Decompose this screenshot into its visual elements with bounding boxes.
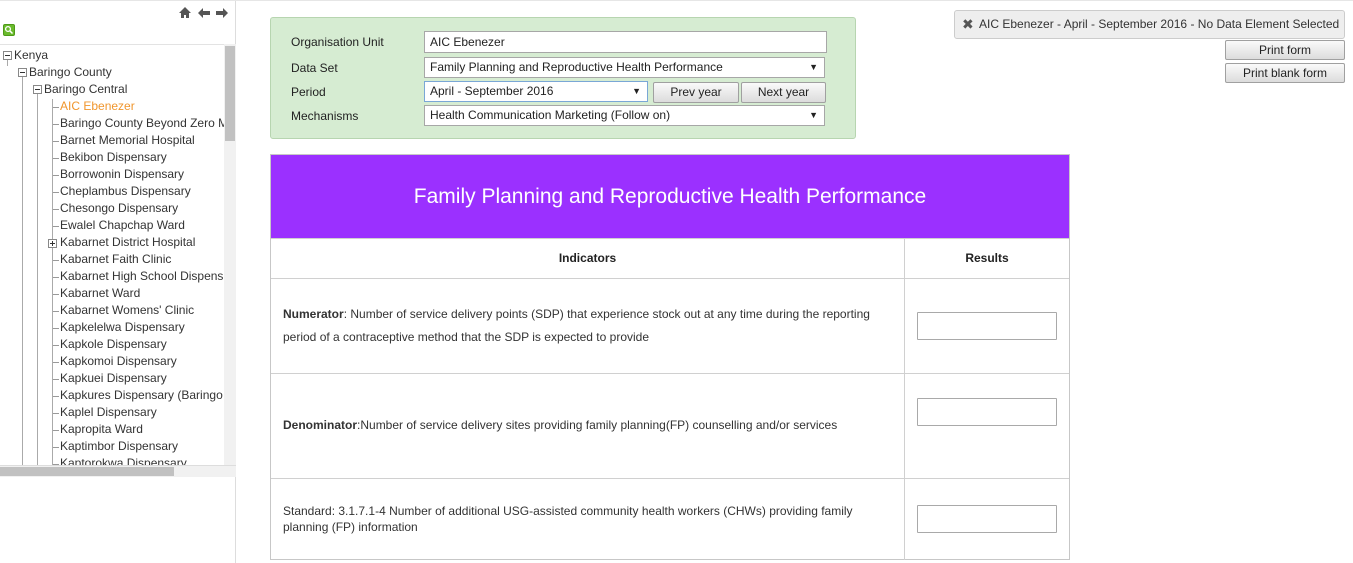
close-icon[interactable]: ✖ — [962, 11, 974, 38]
column-separator — [904, 238, 905, 560]
indicator-denominator-text: Denominator:Number of service delivery s… — [283, 418, 838, 432]
mechanisms-select[interactable]: Health Communication Marketing (Follow o… — [424, 105, 825, 126]
expand-icon[interactable] — [48, 239, 57, 248]
tree-item[interactable]: Kabarnet Womens' Clinic — [60, 302, 194, 319]
results-column-header: Results — [965, 251, 1009, 265]
tree-item[interactable]: Kapkomoi Dispensary — [60, 353, 177, 370]
tree-item[interactable]: Kapropita Ward — [60, 421, 143, 438]
indicator-standard-text: Standard: 3.1.7.1-4 Number of additional… — [283, 504, 853, 534]
tree-guide-line — [22, 73, 23, 465]
tree-item[interactable]: Kapkole Dispensary — [60, 336, 167, 353]
org-unit-label: Organisation Unit — [291, 35, 384, 49]
data-set-label: Data Set — [291, 61, 338, 75]
current-selection-text: AIC Ebenezer - April - September 2016 - … — [979, 17, 1340, 31]
tree-item[interactable]: Borrowonin Dispensary — [60, 166, 184, 183]
tree-item[interactable]: Kaptorokwa Dispensary — [60, 455, 187, 465]
home-icon[interactable] — [178, 6, 194, 22]
tree-item[interactable]: Kabarnet District Hospital — [60, 234, 195, 251]
denominator-result-input[interactable] — [917, 398, 1057, 426]
indicator-numerator-text: Numerator: Number of service delivery po… — [283, 307, 870, 344]
print-form-button[interactable]: Print form — [1225, 40, 1345, 60]
arrow-right-icon[interactable] — [215, 6, 231, 22]
row-divider — [271, 478, 1069, 479]
tree-item[interactable]: Kaptimbor Dispensary — [60, 438, 178, 455]
next-year-button[interactable]: Next year — [741, 82, 826, 103]
org-unit-field[interactable]: AIC Ebenezer — [424, 31, 827, 53]
selection-criteria-box: Organisation Unit AIC Ebenezer Data Set … — [270, 17, 856, 139]
mechanisms-label: Mechanisms — [291, 109, 359, 123]
tree-item[interactable]: Kabarnet High School Dispens — [60, 268, 223, 285]
tree-item[interactable]: Baringo County Beyond Zero M — [60, 115, 228, 132]
data-entry-form: Family Planning and Reproductive Health … — [270, 154, 1070, 560]
row-divider — [271, 278, 1069, 279]
standard-result-input[interactable] — [917, 505, 1057, 533]
tree-horizontal-scroll-thumb[interactable] — [0, 467, 174, 476]
tree-guide-line — [37, 90, 38, 465]
arrow-left-icon[interactable] — [197, 6, 213, 22]
tree-item[interactable]: Cheplambus Dispensary — [60, 183, 191, 200]
current-selection-bar: ✖ AIC Ebenezer - April - September 2016 … — [954, 10, 1345, 39]
print-blank-form-button[interactable]: Print blank form — [1225, 63, 1345, 83]
tree-item[interactable]: Kabarnet Faith Clinic — [60, 251, 171, 268]
tree-item[interactable]: Kapkelelwa Dispensary — [60, 319, 185, 336]
dropdown-arrow-icon: ▼ — [809, 62, 818, 72]
numerator-result-input[interactable] — [917, 312, 1057, 340]
tree-item[interactable]: Ewalel Chapchap Ward — [60, 217, 185, 234]
tree-item[interactable]: Kapkuei Dispensary — [60, 370, 167, 387]
collapse-icon[interactable] — [3, 51, 12, 60]
period-select[interactable]: April - September 2016 ▼ — [424, 81, 648, 102]
tree-item[interactable]: Bekibon Dispensary — [60, 149, 167, 166]
indicators-column-header: Indicators — [558, 251, 617, 265]
org-unit-tree: Kenya Baringo County Baringo Central AIC… — [0, 44, 236, 465]
collapse-icon[interactable] — [33, 85, 42, 94]
tree-item-aic-ebenezer[interactable]: AIC Ebenezer — [60, 98, 135, 115]
prev-year-button[interactable]: Prev year — [653, 82, 739, 103]
dropdown-arrow-icon: ▼ — [632, 86, 641, 96]
tree-item[interactable]: Kapkures Dispensary (Baringo — [60, 387, 223, 404]
tree-item[interactable]: Kabarnet Ward — [60, 285, 140, 302]
data-set-select[interactable]: Family Planning and Reproductive Health … — [424, 57, 825, 78]
form-title: Family Planning and Reproductive Health … — [271, 155, 1069, 238]
tree-item[interactable]: Kaplel Dispensary — [60, 404, 157, 421]
period-label: Period — [291, 85, 326, 99]
tree-vertical-scroll-thumb[interactable] — [225, 46, 235, 141]
tree-item[interactable]: Chesongo Dispensary — [60, 200, 178, 217]
dropdown-arrow-icon: ▼ — [809, 110, 818, 120]
tree-guide-line — [52, 99, 53, 465]
collapse-icon[interactable] — [18, 68, 27, 77]
org-unit-tree-panel: Kenya Baringo County Baringo Central AIC… — [0, 1, 236, 563]
row-divider — [271, 373, 1069, 374]
tree-toolbar — [0, 1, 236, 43]
tree-item[interactable]: Barnet Memorial Hospital — [60, 132, 195, 149]
search-icon[interactable] — [3, 24, 15, 36]
